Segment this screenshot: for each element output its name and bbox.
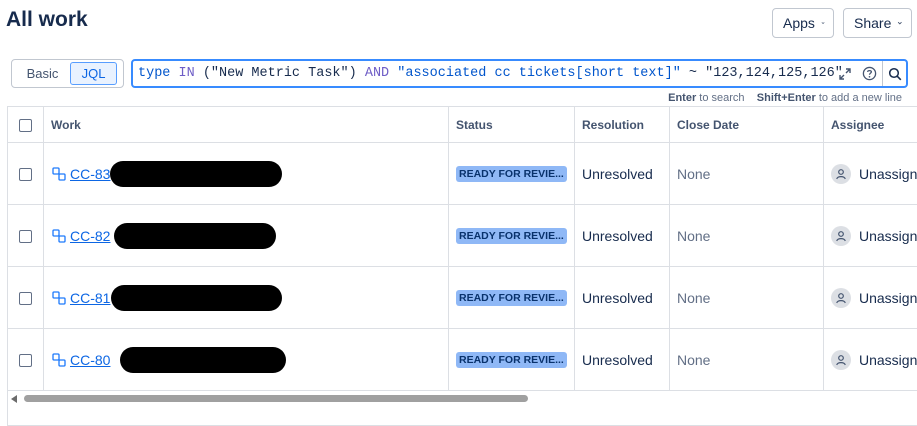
close-date-cell: None <box>670 267 824 329</box>
row-checkbox[interactable] <box>19 353 32 367</box>
apps-button[interactable]: Apps <box>772 8 834 38</box>
subtask-icon <box>52 291 66 305</box>
subtask-icon <box>52 353 66 367</box>
chevron-down-icon <box>898 21 903 25</box>
query-value-token: "123,124,125,126" <box>705 66 843 81</box>
assignee-cell[interactable]: Unassigned <box>824 267 917 329</box>
user-icon <box>831 288 851 308</box>
resolution-cell: Unresolved <box>575 205 670 267</box>
scrollbar-thumb[interactable] <box>24 395 528 402</box>
page-title: All work <box>6 8 88 31</box>
select-all-cell <box>8 107 44 143</box>
redacted-summary <box>120 347 286 373</box>
assignee-name: Unassigned <box>859 228 917 244</box>
redacted-summary <box>110 161 282 187</box>
hint-shift-key: Shift+Enter <box>756 92 816 104</box>
apps-button-label: Apps <box>783 15 815 31</box>
share-button-label: Share <box>854 15 892 31</box>
query-keyword-token: AND <box>364 66 390 81</box>
resolution-cell: Unresolved <box>575 143 670 205</box>
assignee-name: Unassigned <box>859 166 917 182</box>
status-cell: READY FOR REVIE... <box>449 143 575 205</box>
column-header-resolution[interactable]: Resolution <box>575 107 670 143</box>
table-header: Work Status Resolution Close Date Assign… <box>8 107 917 143</box>
query-operator-token: IN <box>170 66 203 81</box>
query-actions <box>834 61 906 86</box>
work-item-link[interactable]: CC-81 <box>70 290 110 306</box>
table-row[interactable]: CC-82 READY FOR REVIE... Unresolved None… <box>8 205 917 267</box>
table-row[interactable]: CC-80 READY FOR REVIE... Unresolved None… <box>8 329 917 391</box>
redacted-summary <box>111 285 282 311</box>
hint-enter-text: to search <box>696 92 745 104</box>
assignee-cell[interactable]: Unassigned <box>824 329 917 391</box>
status-badge[interactable]: READY FOR REVIE... <box>456 166 567 182</box>
resolution-cell: Unresolved <box>575 267 670 329</box>
row-checkbox[interactable] <box>19 291 32 305</box>
assignee-name: Unassigned <box>859 290 917 306</box>
status-badge[interactable]: READY FOR REVIE... <box>456 352 567 368</box>
work-table: Work Status Resolution Close Date Assign… <box>7 106 917 426</box>
select-all-checkbox[interactable] <box>19 118 32 132</box>
jql-query-input[interactable]: type IN ("New Metric Task") AND "associa… <box>131 59 908 88</box>
assignee-cell[interactable]: Unassigned <box>824 205 917 267</box>
status-badge[interactable]: READY FOR REVIE... <box>456 228 567 244</box>
hint-enter-key: Enter <box>668 92 697 104</box>
basic-mode-button[interactable]: Basic <box>15 62 70 85</box>
row-select-cell <box>8 205 44 267</box>
hint-shift-text: to add a new line <box>815 92 902 104</box>
row-select-cell <box>8 267 44 329</box>
search-hint: Enter to search Shift+Enter to add a new… <box>668 92 902 104</box>
share-button[interactable]: Share <box>843 8 912 38</box>
user-icon <box>831 226 851 246</box>
column-header-work[interactable]: Work <box>44 107 449 143</box>
work-cell: CC-82 <box>44 205 449 267</box>
work-item-link[interactable]: CC-80 <box>70 352 110 368</box>
scroll-left-icon[interactable] <box>11 395 17 403</box>
horizontal-scrollbar[interactable] <box>8 393 917 405</box>
work-item-link[interactable]: CC-82 <box>70 228 110 244</box>
row-checkbox[interactable] <box>19 167 32 181</box>
query-operator-token: ~ <box>680 66 706 81</box>
work-cell: CC-83 <box>44 143 449 205</box>
chevron-down-icon <box>821 22 825 25</box>
query-field-token: type <box>138 66 171 81</box>
work-cell: CC-80 <box>44 329 449 391</box>
help-icon[interactable] <box>858 63 880 85</box>
query-field-token: "associated cc tickets[short text]" <box>389 66 681 81</box>
close-date-cell: None <box>670 205 824 267</box>
row-select-cell <box>8 329 44 391</box>
assignee-name: Unassigned <box>859 352 917 368</box>
work-cell: CC-81 <box>44 267 449 329</box>
subtask-icon <box>52 167 66 181</box>
work-item-link[interactable]: CC-83 <box>70 166 110 182</box>
status-cell: READY FOR REVIE... <box>449 267 575 329</box>
jql-mode-button[interactable]: JQL <box>70 62 117 85</box>
redacted-summary <box>114 223 276 249</box>
expand-icon[interactable] <box>834 63 856 85</box>
table-row[interactable]: CC-83 READY FOR REVIE... Unresolved None… <box>8 143 917 205</box>
assignee-cell[interactable]: Unassigned <box>824 143 917 205</box>
query-value-token: ("New Metric Task") <box>202 66 365 81</box>
column-header-close-date[interactable]: Close Date <box>670 107 824 143</box>
row-select-cell <box>8 143 44 205</box>
status-badge[interactable]: READY FOR REVIE... <box>456 290 567 306</box>
status-cell: READY FOR REVIE... <box>449 329 575 391</box>
subtask-icon <box>52 229 66 243</box>
user-icon <box>831 350 851 370</box>
table-row[interactable]: CC-81 READY FOR REVIE... Unresolved None… <box>8 267 917 329</box>
search-icon[interactable] <box>882 61 906 86</box>
search-mode-toggle: Basic JQL <box>11 59 124 88</box>
column-header-assignee[interactable]: Assignee <box>824 107 917 143</box>
resolution-cell: Unresolved <box>575 329 670 391</box>
status-cell: READY FOR REVIE... <box>449 205 575 267</box>
close-date-cell: None <box>670 329 824 391</box>
row-checkbox[interactable] <box>19 229 32 243</box>
column-header-status[interactable]: Status <box>449 107 575 143</box>
close-date-cell: None <box>670 143 824 205</box>
user-icon <box>831 164 851 184</box>
